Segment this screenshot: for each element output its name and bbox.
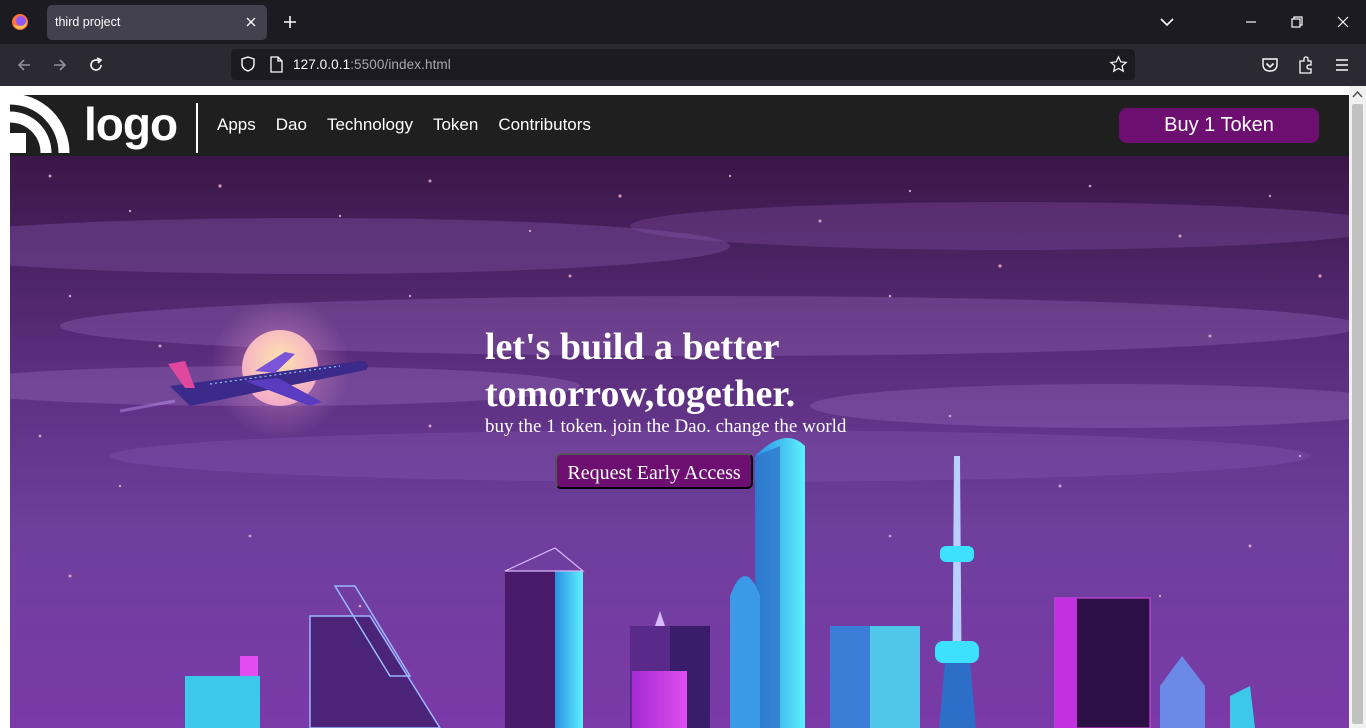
page-scrollbar[interactable] <box>1349 86 1366 728</box>
plus-icon[interactable] <box>280 12 300 32</box>
chevron-down-icon[interactable] <box>1157 12 1177 32</box>
menu-icon[interactable] <box>1332 55 1352 75</box>
url-path: :5500/index.html <box>350 57 451 72</box>
nav-link-apps[interactable]: Apps <box>217 115 256 135</box>
scrollbar-thumb[interactable] <box>1352 104 1363 724</box>
reload-icon[interactable] <box>86 55 106 75</box>
nav-link-dao[interactable]: Dao <box>276 115 307 135</box>
back-icon[interactable] <box>14 55 34 75</box>
url-host: 127.0.0.1 <box>293 57 351 72</box>
address-bar[interactable]: 127.0.0.1:5500/index.html <box>231 49 1135 80</box>
nav-link-contributors[interactable]: Contributors <box>498 115 591 135</box>
page-icon <box>270 56 283 73</box>
firefox-icon[interactable] <box>10 12 30 32</box>
city-night-illustration <box>10 156 1349 728</box>
nav-link-token[interactable]: Token <box>433 115 478 135</box>
scroll-up-icon[interactable] <box>1352 90 1363 98</box>
url-text: 127.0.0.1:5500/index.html <box>293 57 451 72</box>
hero-headline: let's build a better tomorrow,together. <box>485 326 796 415</box>
website: logo Apps Dao Technology Token Contribut… <box>10 95 1349 728</box>
logo-text[interactable]: logo <box>84 97 178 151</box>
forward-icon[interactable] <box>50 55 70 75</box>
minimize-icon[interactable] <box>1241 12 1261 32</box>
bookmark-star-icon[interactable] <box>1109 55 1128 74</box>
hero-subline: buy the 1 token. join the Dao. change th… <box>485 416 847 437</box>
browser-tab-bar: third project <box>0 0 1366 44</box>
request-early-access-button[interactable]: Request Early Access <box>555 453 753 489</box>
restore-icon[interactable] <box>1287 12 1307 32</box>
site-header: logo Apps Dao Technology Token Contribut… <box>10 95 1349 156</box>
close-icon[interactable] <box>243 14 259 30</box>
browser-toolbar: 127.0.0.1:5500/index.html <box>0 44 1366 86</box>
tab-title: third project <box>55 15 121 29</box>
pocket-icon[interactable] <box>1260 55 1280 75</box>
shield-icon[interactable] <box>239 55 257 73</box>
site-nav: Apps Dao Technology Token Contributors <box>217 115 611 135</box>
close-window-icon[interactable] <box>1333 12 1353 32</box>
nav-link-technology[interactable]: Technology <box>327 115 413 135</box>
hero-section: let's build a better tomorrow,together. … <box>10 156 1349 728</box>
logo-icon[interactable] <box>10 95 70 153</box>
page-viewport: logo Apps Dao Technology Token Contribut… <box>0 86 1366 728</box>
logo-divider <box>196 103 198 153</box>
browser-tab[interactable]: third project <box>47 5 267 40</box>
extensions-icon[interactable] <box>1296 55 1316 75</box>
buy-token-button[interactable]: Buy 1 Token <box>1119 108 1319 143</box>
